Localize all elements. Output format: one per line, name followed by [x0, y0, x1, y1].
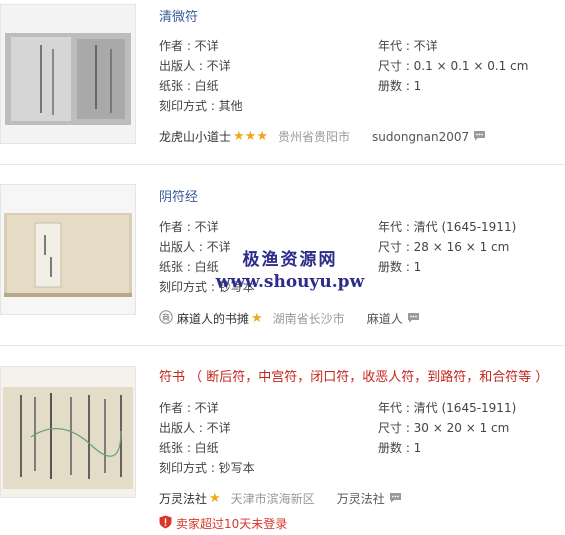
seller-location: 天津市滨海新区 — [230, 492, 315, 506]
author-field: 作者 : 不详 — [159, 39, 219, 53]
seller-badge-icon: 商 — [159, 310, 173, 327]
manuscript-photo — [1, 5, 135, 143]
inactive-seller-warning: 卖家超过10天未登录 — [159, 515, 287, 532]
paper-field: 纸张 : 白纸 — [159, 260, 219, 274]
listing-divider — [0, 164, 565, 165]
chat-bubble-icon[interactable] — [389, 492, 402, 506]
seller-nickname[interactable]: sudongnan2007 — [372, 130, 469, 144]
seller-nickname[interactable]: 麻道人 — [367, 310, 403, 327]
chat-bubble-icon[interactable] — [407, 312, 420, 326]
size-field: 尺寸 : 0.1 × 0.1 × 0.1 cm — [378, 59, 529, 73]
seller-nickname[interactable]: 万灵法社 — [337, 490, 385, 507]
publisher-field: 出版人 : 不详 — [159, 240, 231, 254]
seller-rating-stars: ★ — [251, 311, 263, 326]
shield-alert-icon — [159, 515, 172, 532]
listing-thumbnail[interactable] — [0, 4, 136, 144]
paper-field: 纸张 : 白纸 — [159, 79, 219, 93]
size-field: 尺寸 : 28 × 16 × 1 cm — [378, 240, 510, 254]
print-method-field: 刻印方式 : 钞写本 — [159, 280, 255, 294]
volumes-field: 册数 : 1 — [378, 441, 422, 455]
era-field: 年代 : 清代 (1645-1911) — [378, 220, 517, 234]
shop-link[interactable]: 万灵法社 — [159, 490, 207, 507]
print-method-field: 刻印方式 : 其他 — [159, 99, 243, 113]
era-field: 年代 : 清代 (1645-1911) — [378, 401, 517, 415]
seller-location: 湖南省长沙市 — [272, 312, 345, 326]
seller-rating-stars: ★★★ — [233, 129, 268, 144]
manuscript-photo — [1, 185, 135, 314]
seller-row: 龙虎山小道士 ★★★ 贵州省贵阳市 sudongnan2007 — [159, 128, 486, 145]
author-field: 作者 : 不详 — [159, 401, 219, 415]
era-field: 年代 : 不详 — [378, 39, 438, 53]
author-field: 作者 : 不详 — [159, 220, 219, 234]
listing-thumbnail[interactable] — [0, 366, 136, 498]
size-field: 尺寸 : 30 × 20 × 1 cm — [378, 421, 510, 435]
listing-thumbnail[interactable] — [0, 184, 136, 315]
listing-title[interactable]: 符书 （ 断后符，中宫符，闭口符，收恶人符，到路符，和合符等 ） — [159, 366, 548, 385]
volumes-field: 册数 : 1 — [378, 260, 422, 274]
seller-row: 商 麻道人的书摊 ★ 湖南省长沙市 麻道人 — [159, 310, 420, 327]
seller-location: 贵州省贵阳市 — [277, 130, 350, 144]
seller-rating-stars: ★ — [209, 491, 221, 506]
shop-link[interactable]: 龙虎山小道士 — [159, 128, 231, 145]
volumes-field: 册数 : 1 — [378, 79, 422, 93]
publisher-field: 出版人 : 不详 — [159, 421, 231, 435]
listing-title[interactable]: 阴符经 — [159, 186, 198, 205]
svg-text:商: 商 — [162, 312, 170, 322]
paper-field: 纸张 : 白纸 — [159, 441, 219, 455]
listing-title[interactable]: 清微符 — [159, 6, 198, 25]
listing-divider — [0, 345, 565, 346]
print-method-field: 刻印方式 : 钞写本 — [159, 461, 255, 475]
warning-text: 卖家超过10天未登录 — [176, 517, 288, 531]
publisher-field: 出版人 : 不详 — [159, 59, 231, 73]
seller-row: 万灵法社 ★ 天津市滨海新区 万灵法社 — [159, 490, 402, 507]
manuscript-photo — [1, 367, 135, 497]
chat-bubble-icon[interactable] — [473, 130, 486, 144]
shop-link[interactable]: 麻道人的书摊 — [177, 310, 249, 327]
